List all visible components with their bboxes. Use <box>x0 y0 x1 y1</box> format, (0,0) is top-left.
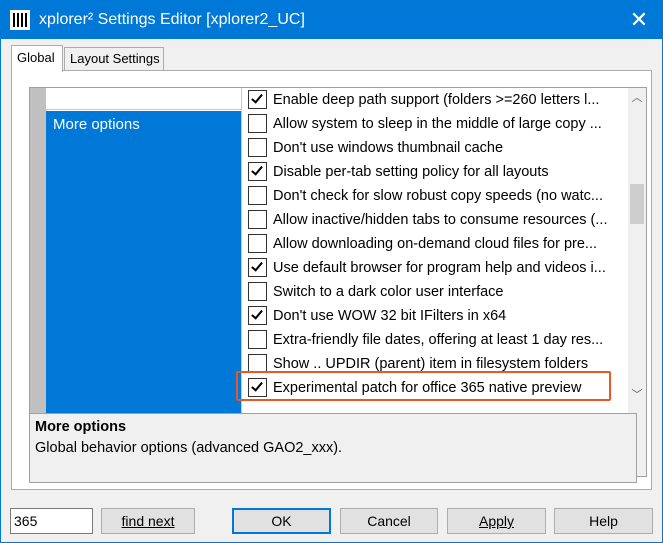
tab-panel: More options Enable deep path support (f… <box>11 70 652 490</box>
checkbox-checked[interactable] <box>248 258 267 277</box>
option-label: Experimental patch for office 365 native… <box>273 380 582 396</box>
ok-button[interactable]: OK <box>232 508 331 534</box>
app-icon <box>10 10 30 30</box>
option-row[interactable]: Don't use WOW 32 bit IFilters in x64 <box>242 304 620 328</box>
checkbox-unchecked[interactable] <box>248 186 267 205</box>
option-row[interactable]: Experimental patch for office 365 native… <box>242 376 620 400</box>
option-row[interactable]: Allow downloading on-demand cloud files … <box>242 232 620 256</box>
checkbox-checked[interactable] <box>248 306 267 325</box>
checkbox-checked[interactable] <box>248 378 267 397</box>
find-next-button[interactable]: find next <box>101 508 195 534</box>
option-label: Enable deep path support (folders >=260 … <box>273 92 600 108</box>
option-row[interactable]: Switch to a dark color user interface <box>242 280 620 304</box>
checkbox-unchecked[interactable] <box>248 330 267 349</box>
checkmark-icon <box>251 379 263 392</box>
scroll-down-icon[interactable]: ﹀ <box>628 385 646 403</box>
option-label: Don't check for slow robust copy speeds … <box>273 188 603 204</box>
checkmark-icon <box>251 259 263 272</box>
close-icon[interactable]: ✕ <box>616 1 662 39</box>
checkmark-icon <box>251 163 263 176</box>
category-blank <box>46 88 241 110</box>
apply-button[interactable]: Apply <box>447 508 546 534</box>
checkmark-icon <box>251 91 263 104</box>
option-label: Allow inactive/hidden tabs to consume re… <box>273 212 608 228</box>
option-label: Switch to a dark color user interface <box>273 284 504 300</box>
button-bar: find next OK Cancel Apply Help <box>1 501 662 541</box>
option-row[interactable]: Allow inactive/hidden tabs to consume re… <box>242 208 620 232</box>
option-label: Disable per-tab setting policy for all l… <box>273 164 549 180</box>
cancel-button[interactable]: Cancel <box>340 508 438 534</box>
checkmark-icon <box>251 307 263 320</box>
window-title: xplorer² Settings Editor [xplorer2_UC] <box>39 11 305 28</box>
checkbox-checked[interactable] <box>248 90 267 109</box>
scroll-up-icon[interactable]: ︿ <box>628 88 646 106</box>
description-title: More options <box>35 419 127 435</box>
option-label: Show .. UPDIR (parent) item in filesyste… <box>273 356 589 372</box>
scroll-thumb[interactable] <box>630 184 644 224</box>
help-button[interactable]: Help <box>554 508 653 534</box>
option-row[interactable]: Allow system to sleep in the middle of l… <box>242 112 620 136</box>
settings-window: xplorer² Settings Editor [xplorer2_UC] ✕… <box>0 0 663 543</box>
checkbox-unchecked[interactable] <box>248 138 267 157</box>
checkbox-unchecked[interactable] <box>248 234 267 253</box>
option-label: Extra-friendly file dates, offering at l… <box>273 332 604 348</box>
option-row[interactable]: Don't check for slow robust copy speeds … <box>242 184 620 208</box>
option-label: Don't use windows thumbnail cache <box>273 140 504 156</box>
description-box: More options Global behavior options (ad… <box>29 413 637 483</box>
option-label: Allow downloading on-demand cloud files … <box>273 236 598 252</box>
checkbox-checked[interactable] <box>248 162 267 181</box>
option-row[interactable]: Extra-friendly file dates, offering at l… <box>242 328 620 352</box>
title-bar: xplorer² Settings Editor [xplorer2_UC] ✕ <box>1 1 662 39</box>
description-text: Global behavior options (advanced GAO2_x… <box>35 440 343 456</box>
tab-layout-settings[interactable]: Layout Settings <box>64 47 164 71</box>
tab-global[interactable]: Global <box>11 45 63 72</box>
option-row[interactable]: Disable per-tab setting policy for all l… <box>242 160 620 184</box>
option-label: Allow system to sleep in the middle of l… <box>273 116 602 132</box>
option-row[interactable]: Enable deep path support (folders >=260 … <box>242 88 620 112</box>
checkbox-unchecked[interactable] <box>248 114 267 133</box>
checkbox-unchecked[interactable] <box>248 354 267 373</box>
find-input[interactable] <box>10 508 93 534</box>
checkbox-unchecked[interactable] <box>248 210 267 229</box>
checkbox-unchecked[interactable] <box>248 282 267 301</box>
option-row[interactable]: Show .. UPDIR (parent) item in filesyste… <box>242 352 620 376</box>
option-row[interactable]: Don't use windows thumbnail cache <box>242 136 620 160</box>
option-label: Use default browser for program help and… <box>273 260 606 276</box>
option-row[interactable]: Use default browser for program help and… <box>242 256 620 280</box>
option-label: Don't use WOW 32 bit IFilters in x64 <box>273 308 507 324</box>
